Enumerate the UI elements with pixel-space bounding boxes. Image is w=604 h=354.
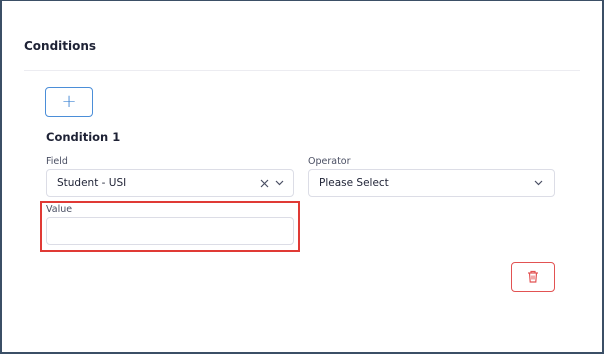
trash-icon bbox=[527, 268, 539, 287]
chevron-down-icon bbox=[530, 180, 554, 186]
operator-label: Operator bbox=[308, 156, 351, 167]
section-title: Conditions bbox=[24, 39, 97, 53]
operator-select[interactable]: Please Select bbox=[308, 169, 555, 197]
delete-condition-button[interactable] bbox=[511, 262, 555, 292]
field-select[interactable]: Student - USI bbox=[46, 169, 294, 197]
plus-icon: + bbox=[61, 91, 77, 112]
section-divider bbox=[24, 70, 580, 71]
highlight-box bbox=[40, 201, 300, 252]
chevron-down-icon bbox=[271, 180, 293, 186]
field-select-value: Student - USI bbox=[57, 177, 127, 189]
field-label: Field bbox=[46, 156, 68, 167]
add-condition-button[interactable]: + bbox=[45, 87, 93, 117]
condition-title: Condition 1 bbox=[46, 130, 121, 144]
close-icon[interactable] bbox=[257, 179, 271, 188]
operator-select-value: Please Select bbox=[319, 177, 389, 189]
